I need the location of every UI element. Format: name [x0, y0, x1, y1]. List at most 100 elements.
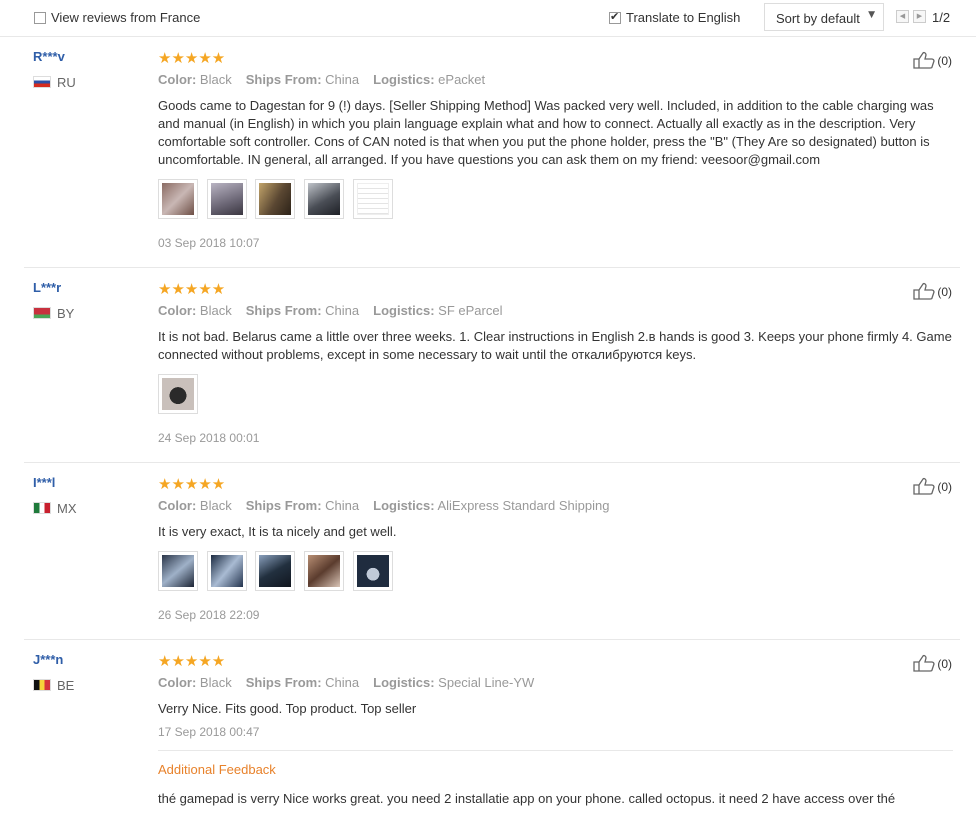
- helpful-button[interactable]: (0): [913, 654, 952, 672]
- ships-from-value: China: [325, 72, 360, 87]
- review-photo-thumbnail[interactable]: [352, 179, 393, 219]
- color-value: Black: [199, 303, 232, 318]
- review-meta: Color: Black Ships From: China Logistics: …: [158, 675, 534, 690]
- review-photo-thumbnail[interactable]: [206, 179, 247, 219]
- review-item: L***r BY ★★★★★ Color: Black Ships From: C…: [24, 268, 960, 463]
- helpful-count: (0): [937, 480, 952, 494]
- review-photo-thumbnail[interactable]: [303, 551, 344, 591]
- sort-dropdown-value: Sort by default: [776, 11, 860, 26]
- helpful-button[interactable]: (0): [913, 282, 952, 300]
- color-label: Color:: [158, 303, 197, 318]
- color-label: Color:: [158, 498, 197, 513]
- helpful-button[interactable]: (0): [913, 477, 952, 495]
- color-label: Color:: [158, 675, 197, 690]
- review-photo-thumbnail[interactable]: [158, 551, 198, 591]
- flag-by-icon: [33, 307, 51, 319]
- logistics-label: Logistics:: [373, 498, 435, 513]
- view-reviews-from-france-label[interactable]: View reviews from France: [51, 10, 200, 25]
- country-code: RU: [57, 75, 76, 90]
- logistics-label: Logistics:: [373, 303, 435, 318]
- review-text: Verry Nice. Fits good. Top product. Top …: [158, 701, 417, 716]
- review-photo-thumbnail[interactable]: [206, 551, 247, 591]
- helpful-count: (0): [937, 657, 952, 671]
- review-text: It is very exact, It is ta nicely and ge…: [158, 524, 397, 539]
- star-rating: ★★★★★: [158, 280, 226, 298]
- helpful-count: (0): [937, 54, 952, 68]
- previous-page-button[interactable]: ◀: [896, 10, 909, 23]
- color-value: Black: [199, 72, 232, 87]
- review-date: 26 Sep 2018 22:09: [158, 608, 260, 622]
- logistics-value: AliExpress Standard Shipping: [437, 498, 610, 513]
- review-item: J***n BE ★★★★★ Color: Black Ships From: C…: [24, 640, 960, 830]
- review-photo-thumbnail[interactable]: [158, 374, 198, 414]
- flag-ru-icon: [33, 76, 51, 88]
- star-rating: ★★★★★: [158, 652, 226, 670]
- ships-from-value: China: [325, 498, 360, 513]
- reviewer-name: I***l: [33, 475, 56, 490]
- logistics-value: Special Line-YW: [438, 675, 535, 690]
- additional-feedback-text: thé gamepad is verry Nice works great. y…: [158, 791, 896, 806]
- review-date: 24 Sep 2018 00:01: [158, 431, 260, 445]
- logistics-label: Logistics:: [373, 675, 435, 690]
- color-label: Color:: [158, 72, 197, 87]
- review-photos: [158, 551, 398, 591]
- country-code: BY: [57, 306, 75, 321]
- review-toolbar: View reviews from France Translate to En…: [0, 0, 976, 37]
- reviewer-name: J***n: [33, 652, 64, 667]
- review-photos: [158, 179, 398, 219]
- review-date: 03 Sep 2018 10:07: [158, 236, 260, 250]
- flag-mx-icon: [33, 502, 51, 514]
- ships-from-value: China: [325, 303, 360, 318]
- review-photo-thumbnail[interactable]: [158, 179, 198, 219]
- logistics-label: Logistics:: [373, 72, 435, 87]
- chevron-down-icon: ▼: [868, 10, 875, 20]
- reviewer-name: R***v: [33, 49, 65, 64]
- sort-dropdown[interactable]: Sort by default ▼: [764, 3, 884, 31]
- star-rating: ★★★★★: [158, 49, 226, 67]
- review-text: Goods came to Dagestan for 9 (!) days. […: [158, 98, 934, 167]
- ships-from-label: Ships From:: [245, 498, 322, 513]
- ships-from-label: Ships From:: [245, 303, 322, 318]
- review-meta: Color: Black Ships From: China Logistics: …: [158, 498, 609, 513]
- thumbs-up-icon: [913, 654, 935, 672]
- reviewer-country: RU: [33, 75, 76, 90]
- reviewer-country: BY: [33, 306, 74, 321]
- reviewer-name: L***r: [33, 280, 62, 295]
- logistics-value: ePacket: [438, 72, 486, 87]
- reviewer-country: MX: [33, 501, 77, 516]
- review-item: I***l MX ★★★★★ Color: Black Ships From: C…: [24, 463, 960, 640]
- helpful-count: (0): [937, 285, 952, 299]
- translate-to-english-checkbox[interactable]: [609, 10, 621, 24]
- star-rating: ★★★★★: [158, 475, 226, 493]
- review-text: It is not bad. Belarus came a little ove…: [158, 329, 952, 362]
- flag-be-icon: [33, 679, 51, 691]
- review-photo-thumbnail[interactable]: [352, 551, 393, 591]
- logistics-value: SF eParcel: [438, 303, 503, 318]
- review-photos: [158, 374, 203, 414]
- color-value: Black: [199, 498, 232, 513]
- country-code: BE: [57, 678, 75, 693]
- page-indicator: 1/2: [932, 10, 951, 25]
- review-photo-thumbnail[interactable]: [255, 551, 296, 591]
- next-page-button[interactable]: ▶: [913, 10, 926, 23]
- color-value: Black: [199, 675, 232, 690]
- view-reviews-from-france-checkbox[interactable]: [34, 12, 46, 24]
- ships-from-value: China: [325, 675, 360, 690]
- review-photo-thumbnail[interactable]: [303, 179, 344, 219]
- translate-to-english-label[interactable]: Translate to English: [626, 10, 740, 25]
- additional-feedback-heading: Additional Feedback: [158, 762, 276, 777]
- review-photo-thumbnail[interactable]: [255, 179, 296, 219]
- thumbs-up-icon: [913, 477, 935, 495]
- divider: [158, 750, 953, 751]
- thumbs-up-icon: [913, 282, 935, 300]
- review-meta: Color: Black Ships From: China Logistics: …: [158, 303, 502, 318]
- review-meta: Color: Black Ships From: China Logistics: …: [158, 72, 485, 87]
- reviewer-country: BE: [33, 678, 74, 693]
- country-code: MX: [57, 501, 77, 516]
- ships-from-label: Ships From:: [245, 675, 322, 690]
- review-date: 17 Sep 2018 00:47: [158, 725, 260, 739]
- thumbs-up-icon: [913, 51, 935, 69]
- ships-from-label: Ships From:: [245, 72, 322, 87]
- review-item: R***v RU ★★★★★ Color: Black Ships From: C…: [24, 37, 960, 268]
- helpful-button[interactable]: (0): [913, 51, 952, 69]
